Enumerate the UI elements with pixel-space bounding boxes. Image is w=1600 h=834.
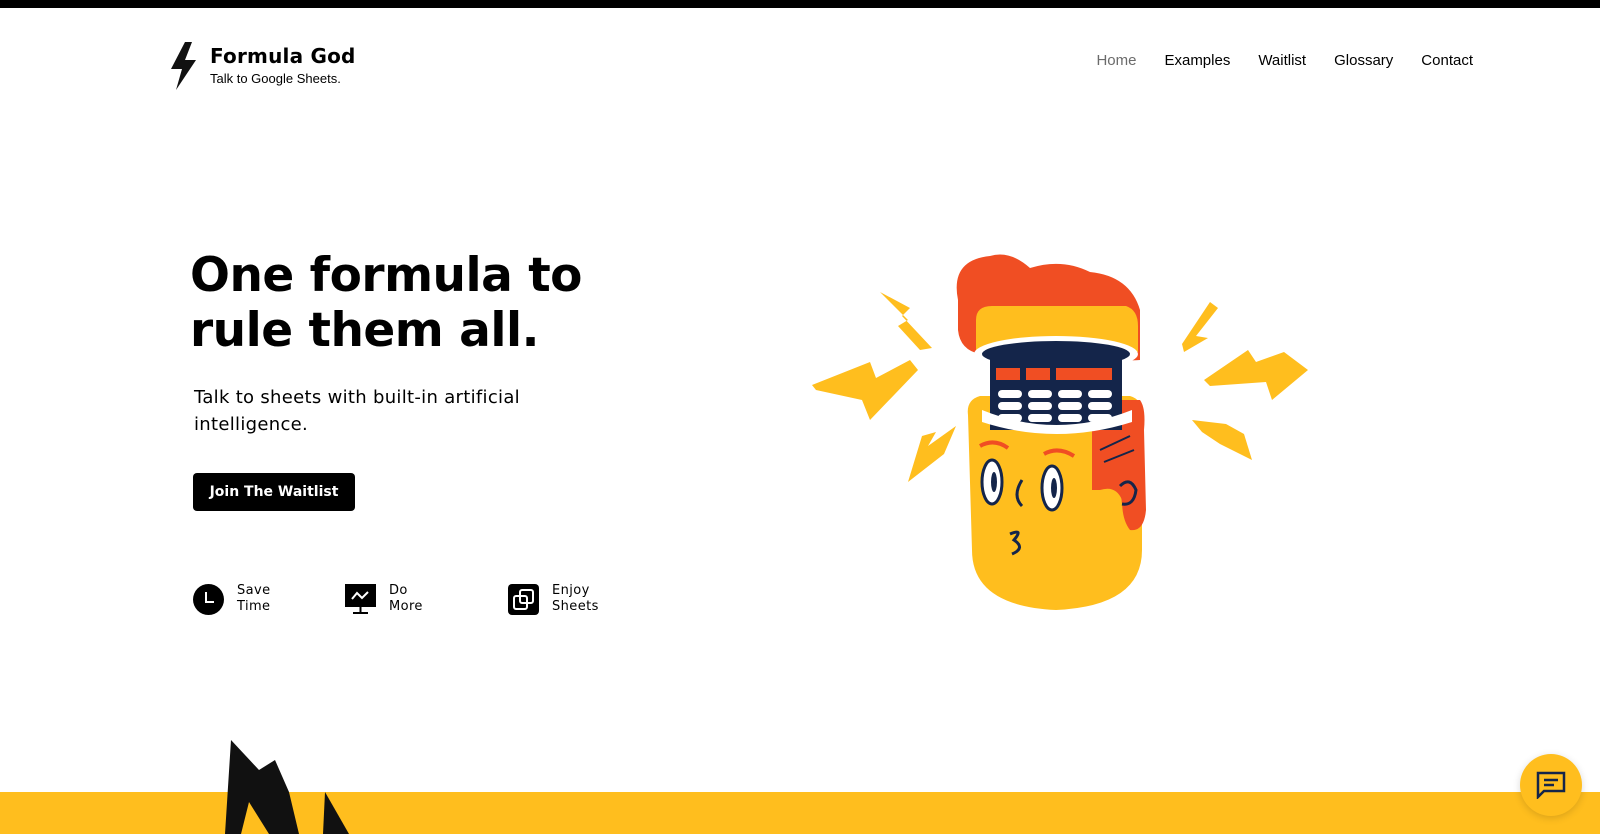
nav-glossary[interactable]: Glossary (1334, 52, 1393, 70)
overlapping-squares-icon (508, 583, 539, 615)
feature-save-time: Save Time (193, 583, 271, 615)
feature-label: Do More (389, 583, 423, 614)
lightning-bolt-icon (225, 740, 349, 834)
feature-do-more: Do More (345, 583, 423, 615)
lightning-bolt-icon (171, 42, 196, 90)
nav-waitlist[interactable]: Waitlist (1258, 52, 1306, 70)
chat-icon (1536, 771, 1566, 799)
main-nav: Home Examples Waitlist Glossary Contact (1096, 52, 1473, 70)
brand-logo[interactable]: Formula God Talk to Google Sheets. (168, 40, 356, 92)
hero-title: One formula to rule them all. (190, 248, 582, 358)
nav-examples[interactable]: Examples (1164, 52, 1230, 70)
feature-label: Enjoy Sheets (552, 583, 599, 614)
chat-button[interactable] (1520, 754, 1582, 816)
hero-subtitle: Talk to sheets with built-in artificial … (194, 387, 520, 435)
head-calculator-illustration (812, 254, 1308, 610)
feature-enjoy-sheets: Enjoy Sheets (508, 583, 599, 615)
clock-icon (193, 583, 224, 615)
nav-home[interactable]: Home (1096, 52, 1136, 70)
join-waitlist-button[interactable]: Join The Waitlist (193, 473, 355, 511)
presentation-chart-icon (345, 583, 376, 615)
brand-tagline: Talk to Google Sheets. (210, 71, 341, 86)
feature-label: Save Time (237, 583, 271, 614)
nav-contact[interactable]: Contact (1421, 52, 1473, 70)
brand-name: Formula God (210, 44, 356, 68)
top-border (0, 0, 1600, 8)
